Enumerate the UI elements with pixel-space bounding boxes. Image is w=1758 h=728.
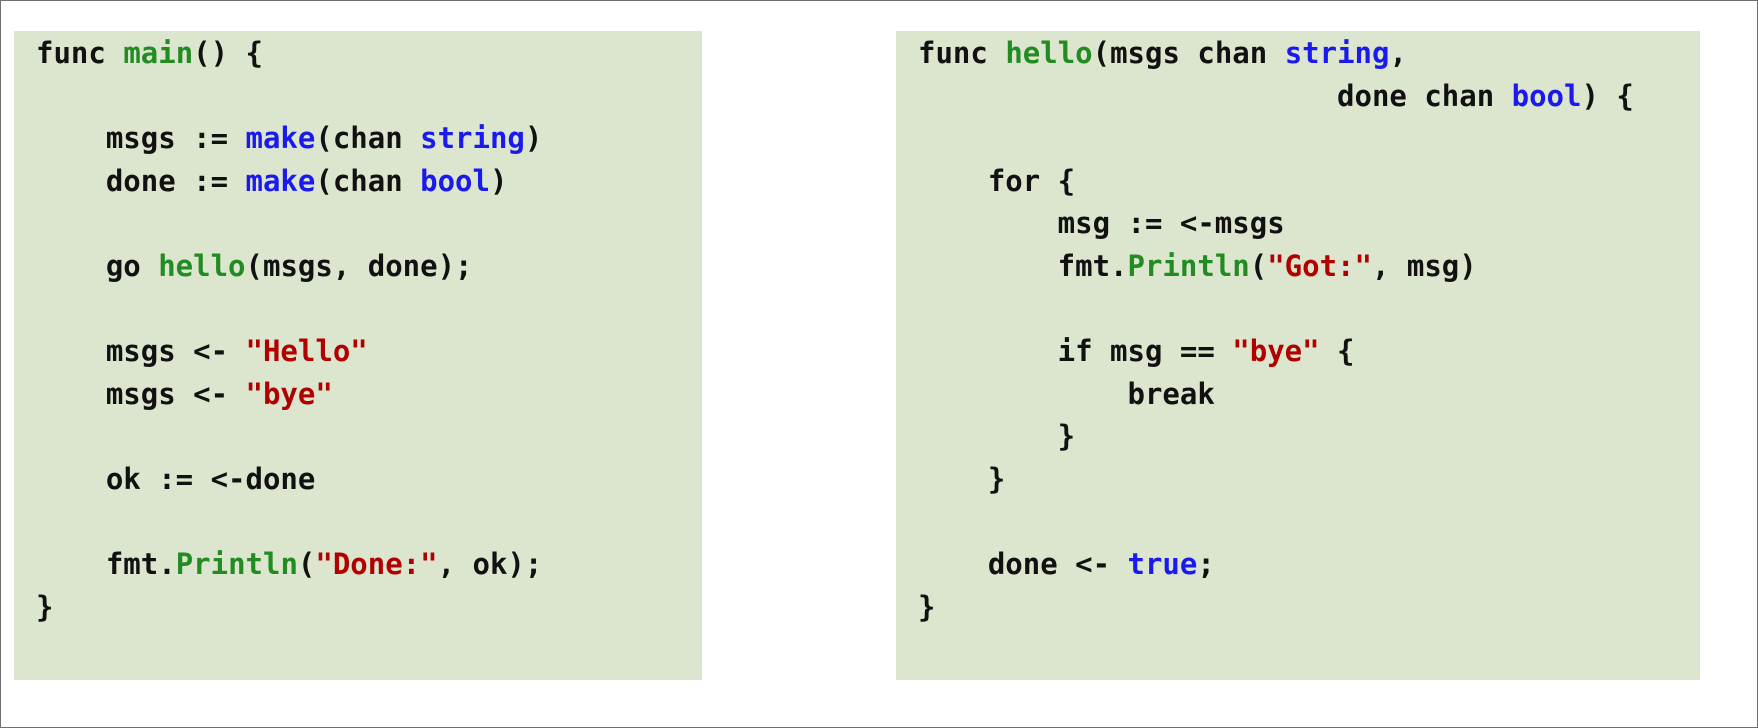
builtin-keyword: string [1284, 36, 1390, 70]
code-text: done <- [918, 547, 1128, 582]
code-line: fmt.Println("Got:", msg) [918, 249, 1477, 283]
function-name: main [123, 36, 194, 70]
code-line: if msg == "bye" { [918, 334, 1355, 368]
function-name: hello [1005, 36, 1093, 70]
code-text: ) [524, 121, 543, 156]
string-literal: "Hello" [245, 334, 368, 369]
code-text: (msgs chan [1092, 36, 1285, 70]
code-text: ( [1249, 248, 1268, 283]
builtin-keyword: make [245, 121, 316, 156]
code-text: } [918, 461, 1006, 496]
code-line: } [918, 462, 1005, 496]
code-block-main: func main() { msgs := make(chan string) … [36, 32, 542, 628]
code-text: fmt. [918, 248, 1128, 283]
code-line: } [918, 590, 935, 624]
code-line: fmt.Println("Done:", ok); [36, 547, 543, 582]
code-text: } [36, 589, 54, 624]
code-block-hello: func hello(msgs chan string, done chan b… [918, 32, 1634, 628]
code-text: , msg) [1371, 248, 1477, 283]
code-text: msgs <- [36, 376, 246, 411]
code-text: done := [36, 163, 246, 198]
code-line: done chan bool) { [918, 79, 1634, 113]
code-text: for { [918, 163, 1076, 198]
code-line: go hello(msgs, done); [36, 249, 473, 283]
code-text: (chan [315, 163, 421, 198]
code-line: done := make(chan bool) [36, 163, 508, 198]
code-line: msg := <-msgs [918, 206, 1285, 240]
code-line: ok := <-done [36, 461, 316, 496]
string-literal: "bye" [245, 376, 333, 411]
code-text: msgs := [36, 121, 246, 156]
function-name: Println [175, 547, 298, 582]
code-line: func hello(msgs chan string, [918, 36, 1407, 70]
code-line: func main() { [36, 36, 263, 70]
code-text: ) { [1581, 78, 1634, 113]
code-text: msgs <- [36, 334, 246, 369]
code-text: func [918, 36, 1006, 70]
code-line: msgs <- "Hello" [36, 334, 368, 368]
code-text: ( [297, 547, 316, 582]
builtin-keyword: bool [1511, 78, 1582, 113]
string-literal: "bye" [1232, 334, 1320, 369]
code-text: break [918, 376, 1215, 411]
code-text: fmt. [36, 547, 176, 582]
builtin-keyword: true [1127, 547, 1198, 582]
code-text: } [918, 589, 936, 624]
code-text: () { [193, 36, 263, 70]
code-text: , ok); [437, 547, 543, 582]
code-line: msgs := make(chan string) [36, 121, 543, 156]
code-text: ) [489, 163, 508, 198]
string-literal: "Done:" [315, 547, 438, 582]
code-line: msgs <- "bye" [36, 377, 333, 411]
code-text: (msgs, done); [245, 248, 473, 283]
code-text: } [918, 419, 1076, 454]
code-text: { [1319, 334, 1355, 369]
code-text: msg := <-msgs [918, 206, 1285, 241]
code-text: func [36, 36, 124, 70]
code-line: break [918, 377, 1215, 411]
string-literal: "Got:" [1267, 248, 1372, 283]
code-line: } [918, 419, 1075, 453]
code-line: for { [918, 164, 1075, 198]
code-text: ok := <-done [36, 461, 316, 496]
builtin-keyword: make [245, 163, 316, 198]
function-name: hello [158, 248, 246, 283]
function-name: Println [1127, 248, 1250, 283]
builtin-keyword: bool [420, 163, 490, 198]
code-line: done <- true; [918, 547, 1215, 581]
code-text: (chan [315, 121, 421, 156]
code-text: , [1389, 36, 1407, 70]
code-text: go [36, 248, 159, 283]
code-panel-hello: func hello(msgs chan string, done chan b… [896, 31, 1700, 680]
code-panel-main: func main() { msgs := make(chan string) … [14, 31, 702, 680]
code-text: done chan [918, 78, 1512, 113]
builtin-keyword: string [420, 121, 525, 156]
code-text: if msg == [918, 334, 1233, 369]
code-line: } [36, 590, 53, 624]
code-text: ; [1197, 547, 1215, 582]
